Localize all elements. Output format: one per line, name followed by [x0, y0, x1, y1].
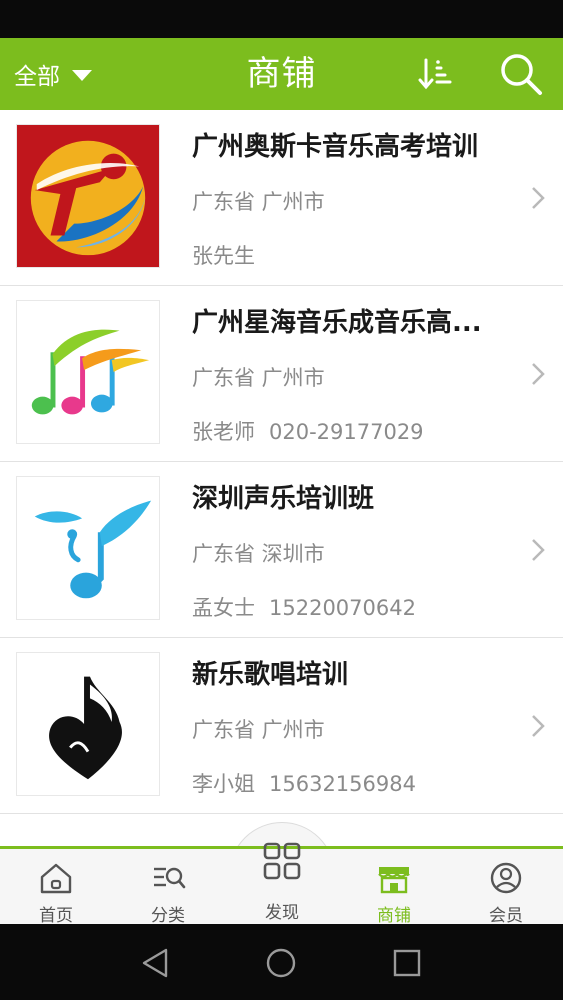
contact-phone: 15632156984: [269, 772, 416, 796]
shop-location: 广东省 深圳市: [192, 542, 325, 566]
shop-contact: 孟女士 15220070642: [192, 592, 416, 622]
user-circle-icon: [490, 862, 522, 894]
search-button[interactable]: [497, 51, 545, 97]
grid-icon: [263, 842, 301, 880]
tab-discover-label: 发现: [265, 903, 299, 923]
back-triangle-icon[interactable]: [138, 946, 172, 980]
sort-button[interactable]: [416, 54, 456, 94]
shop-location: 广东省 广州市: [192, 366, 325, 390]
oscar-logo-icon: [17, 125, 159, 267]
tab-shop-label: 商铺: [377, 906, 411, 926]
shop-name: 新乐歌唱培训: [192, 660, 349, 690]
tab-member-label: 会员: [489, 906, 523, 926]
filter-label: 全部: [14, 64, 60, 90]
storefront-icon: [378, 867, 410, 894]
shop-logo: [16, 300, 160, 444]
contact-phone: 020-29177029: [269, 420, 424, 444]
tab-member[interactable]: 会员: [450, 849, 562, 926]
contact-name: 孟女士: [192, 596, 255, 620]
chevron-right-icon: [532, 715, 545, 737]
tab-home[interactable]: 首页: [0, 849, 112, 926]
filter-dropdown[interactable]: 全部: [14, 38, 92, 110]
shop-name: 广州星海音乐成音乐高...: [192, 308, 482, 338]
tab-shop[interactable]: 商铺: [338, 849, 450, 926]
home-circle-icon[interactable]: [264, 946, 298, 980]
shop-item[interactable]: 新乐歌唱培训 广东省 广州市 李小姐 15632156984: [0, 638, 563, 814]
chevron-right-icon: [532, 187, 545, 209]
system-nav-bar: [0, 924, 563, 1000]
shop-item[interactable]: 广州奥斯卡音乐高考培训 广东省 广州市 张先生: [0, 110, 563, 286]
contact-name: 李小姐: [192, 772, 255, 796]
shop-location: 广东省 广州市: [192, 190, 325, 214]
recent-apps-square-icon[interactable]: [390, 946, 424, 980]
shop-contact: 李小姐 15632156984: [192, 768, 416, 798]
contact-name: 张先生: [192, 244, 255, 268]
chevron-right-icon: [532, 363, 545, 385]
shop-contact: 张老师 020-29177029: [192, 416, 424, 446]
shop-location: 广东省 广州市: [192, 718, 325, 742]
shop-list: 广州奥斯卡音乐高考培训 广东省 广州市 张先生 广州星海音乐成音乐高... 广东…: [0, 110, 563, 814]
shop-logo: [16, 652, 160, 796]
contact-name: 张老师: [192, 420, 255, 444]
music-notes-logo-icon: [17, 301, 159, 443]
tab-discover[interactable]: 发现: [229, 822, 335, 928]
tab-category-label: 分类: [151, 906, 185, 926]
shop-contact: 张先生: [192, 240, 269, 270]
shop-logo: [16, 476, 160, 620]
shop-item[interactable]: 深圳声乐培训班 广东省 深圳市 孟女士 15220070642: [0, 462, 563, 638]
tab-home-label: 首页: [39, 906, 73, 926]
shop-item[interactable]: 广州星海音乐成音乐高... 广东省 广州市 张老师 020-29177029: [0, 286, 563, 462]
caret-down-icon: [72, 69, 92, 81]
contact-phone: 15220070642: [269, 596, 416, 620]
home-icon: [40, 863, 72, 894]
blue-note-leaf-logo-icon: [17, 477, 159, 619]
tab-category[interactable]: 分类: [112, 849, 224, 926]
sort-icon: [418, 58, 452, 90]
status-bar: [0, 0, 563, 38]
shop-name: 广州奥斯卡音乐高考培训: [192, 132, 479, 162]
shop-name: 深圳声乐培训班: [192, 484, 375, 514]
category-search-icon: [154, 867, 186, 889]
search-icon: [501, 54, 542, 95]
shop-logo: [16, 124, 160, 268]
app-header: 全部 商铺: [0, 38, 563, 110]
chevron-right-icon: [532, 539, 545, 561]
heart-note-logo-icon: [17, 653, 159, 795]
